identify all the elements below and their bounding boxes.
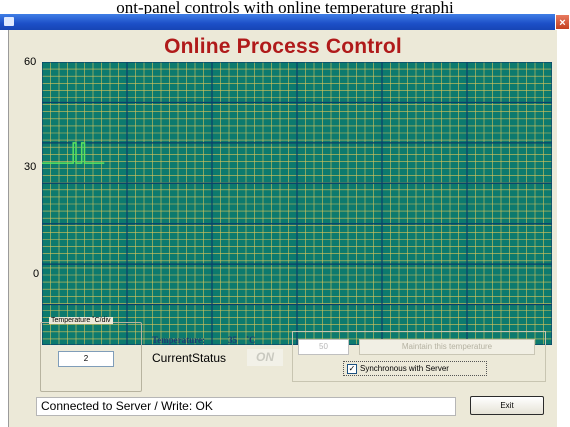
figure-caption: ont-panel controls with online temperatu… (0, 0, 570, 15)
temperature-chart (42, 62, 552, 345)
app-icon[interactable] (4, 17, 14, 26)
y-tick-30: 30 (24, 161, 37, 173)
maintain-temperature-button[interactable]: Maintain this temperature (359, 339, 535, 355)
close-button[interactable]: × (555, 14, 570, 30)
checkbox-box[interactable]: ✓ (347, 363, 357, 374)
temperature-label: Temperature: (152, 335, 205, 345)
y-tick-60: 60 (24, 56, 37, 68)
scale-group-legend: Temperature ˚C/div (49, 317, 113, 324)
temperature-value: 35 (228, 335, 237, 345)
exit-button[interactable]: Exit (470, 396, 544, 415)
current-status-value: ON (247, 349, 283, 366)
app-window: Online Process Control 60 30 0 Temperatu… (8, 30, 557, 427)
current-status-label: CurrentStatus (152, 351, 227, 365)
scale-group-box: Temperature ˚C/div 2 (40, 317, 142, 392)
temperature-unit: ˚C (246, 335, 256, 345)
sync-checkbox-label: Synchronous with Server (360, 364, 449, 373)
control-panel: 50 Maintain this temperature ✓ Synchronou… (292, 331, 546, 382)
scale-input[interactable]: 2 (58, 351, 114, 367)
status-bar: Connected to Server / Write: OK (36, 397, 456, 416)
app-title: Online Process Control (164, 35, 402, 58)
y-tick-0: 0 (33, 268, 40, 280)
sync-checkbox[interactable]: ✓ Synchronous with Server (343, 361, 487, 376)
maintain-temperature-input[interactable]: 50 (298, 339, 349, 355)
window-titlebar[interactable]: × (0, 14, 570, 30)
